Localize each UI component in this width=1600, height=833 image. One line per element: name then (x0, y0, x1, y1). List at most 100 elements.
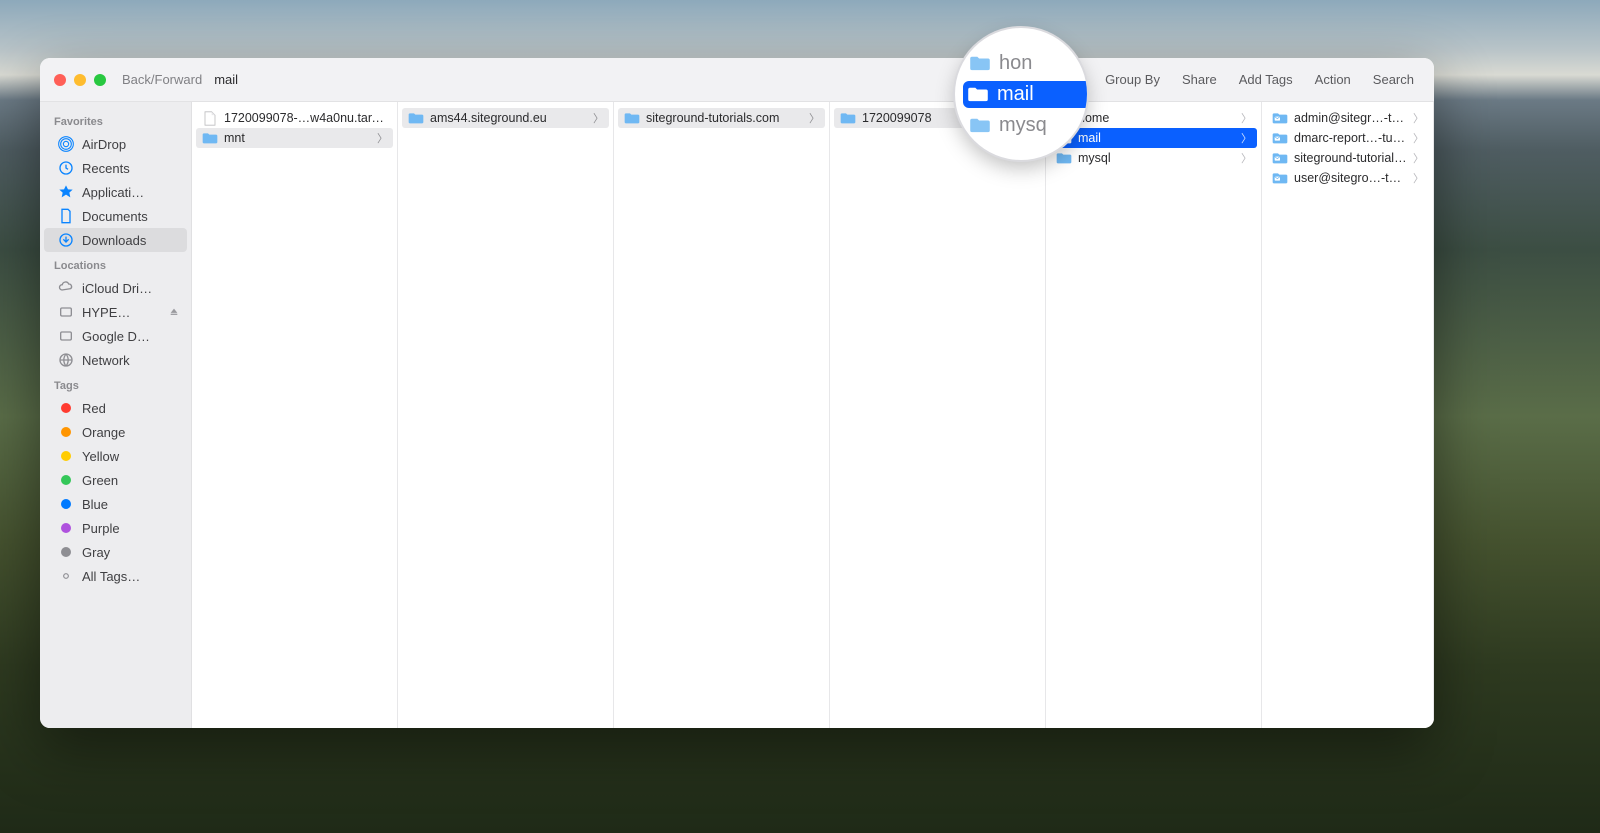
column-1: ams44.siteground.eu 〉 (398, 102, 614, 728)
sidebar-item-label: Google D… (82, 329, 179, 344)
folder-row[interactable]: mnt〉 (196, 128, 393, 148)
add-tags-button[interactable]: Add Tags (1233, 72, 1299, 87)
row-label: dmarc-report…-tutorials.com (1294, 131, 1407, 145)
sidebar-item-applicati[interactable]: Applicati… (44, 180, 187, 204)
magnifier-row: mysq (969, 114, 1087, 137)
chevron-right-icon: 〉 (593, 110, 603, 126)
sidebar-item-airdrop[interactable]: AirDrop (44, 132, 187, 156)
sidebar-item-label: Gray (82, 545, 179, 560)
folder-icon (202, 130, 218, 146)
sidebar-item-label: Applicati… (82, 185, 179, 200)
sidebar-item-network[interactable]: Network (44, 348, 187, 372)
eject-icon[interactable] (169, 307, 179, 317)
sidebar-item-label: Blue (82, 497, 179, 512)
minimize-icon[interactable] (74, 74, 86, 86)
desktop-background: Back/Forward mail View Group By Share Ad… (0, 0, 1600, 833)
sidebar-icon (58, 184, 74, 200)
sidebar-icon (58, 208, 74, 224)
magnifier-label: hon (999, 52, 1032, 75)
chevron-right-icon: 〉 (1413, 110, 1423, 126)
mailfolder-icon (1272, 170, 1288, 186)
mailfolder-row[interactable]: admin@sitegr…-tutorials.com 〉 (1266, 108, 1429, 128)
share-button[interactable]: Share (1176, 72, 1223, 87)
sidebar-item-recents[interactable]: Recents (44, 156, 187, 180)
zoom-icon[interactable] (94, 74, 106, 86)
sidebar-item-label: HYPE… (82, 305, 161, 320)
tag-dot-icon (58, 520, 74, 536)
folder-icon (1056, 150, 1072, 166)
tag-icon (58, 568, 74, 584)
sidebar-tag-orange[interactable]: Orange (44, 420, 187, 444)
folder-row[interactable]: mysql〉 (1050, 148, 1257, 168)
sidebar-icon (58, 136, 74, 152)
column-4: home〉mail〉mysql〉 (1046, 102, 1262, 728)
sidebar-item-downloads[interactable]: Downloads (44, 228, 187, 252)
sidebar-tag-red[interactable]: Red (44, 396, 187, 420)
sidebar-item-hype[interactable]: HYPE… (44, 300, 187, 324)
sidebar-item-all-tags[interactable]: All Tags… (44, 564, 187, 588)
file-icon (202, 110, 218, 126)
mailfolder-icon (1272, 110, 1288, 126)
sidebar-tag-green[interactable]: Green (44, 468, 187, 492)
folder-row[interactable]: siteground-tutorials.com〉 (618, 108, 825, 128)
column-0: 1720099078-…w4a0nu.tar.gzmnt〉 (192, 102, 398, 728)
folder-icon (969, 117, 991, 133)
magnifier-callout: hon mail mysq (955, 28, 1087, 160)
sidebar-item-documents[interactable]: Documents (44, 204, 187, 228)
row-label: ams44.siteground.eu (430, 111, 587, 125)
sidebar-icon (58, 232, 74, 248)
folder-icon (967, 86, 989, 102)
back-forward-button[interactable]: Back/Forward (122, 72, 202, 87)
sidebar-icon (58, 352, 74, 368)
chevron-right-icon: 〉 (1241, 130, 1251, 146)
sidebar-item-googled[interactable]: Google D… (44, 324, 187, 348)
row-label: siteground-tutorials.com (1294, 151, 1407, 165)
sidebar-item-label: Purple (82, 521, 179, 536)
finder-window: Back/Forward mail View Group By Share Ad… (40, 58, 1434, 728)
tag-dot-icon (58, 424, 74, 440)
row-label: siteground-tutorials.com (646, 111, 803, 125)
sidebar-icon (58, 160, 74, 176)
window-title: mail (214, 72, 238, 87)
sidebar-section-tags: Tags (40, 372, 191, 396)
search-button[interactable]: Search (1367, 72, 1420, 87)
mailfolder-row[interactable]: siteground-tutorials.com 〉 (1266, 148, 1429, 168)
column-2: siteground-tutorials.com〉 (614, 102, 830, 728)
sidebar-item-label: Orange (82, 425, 179, 440)
chevron-right-icon: 〉 (1413, 130, 1423, 146)
tag-dot-icon (58, 448, 74, 464)
sidebar-item-label: AirDrop (82, 137, 179, 152)
mailfolder-row[interactable]: user@sitegro…-tutorials.com〉 (1266, 168, 1429, 188)
action-button[interactable]: Action (1309, 72, 1357, 87)
titlebar: Back/Forward mail View Group By Share Ad… (40, 58, 1434, 102)
folder-row[interactable]: mail 〉 (1050, 128, 1257, 148)
magnifier-row: hon (969, 52, 1087, 75)
row-label: mail (1078, 131, 1235, 145)
sidebar-item-label: Red (82, 401, 179, 416)
mailfolder-row[interactable]: dmarc-report…-tutorials.com 〉 (1266, 128, 1429, 148)
sidebar-item-label: Recents (82, 161, 179, 176)
sidebar-tag-purple[interactable]: Purple (44, 516, 187, 540)
row-label: mnt (224, 131, 371, 145)
chevron-right-icon: 〉 (1413, 170, 1423, 186)
folder-row[interactable]: ams44.siteground.eu 〉 (402, 108, 609, 128)
column-view: 1720099078-…w4a0nu.tar.gzmnt〉ams44.siteg… (192, 102, 1434, 728)
sidebar-tag-yellow[interactable]: Yellow (44, 444, 187, 468)
sidebar-item-iclouddri[interactable]: iCloud Dri… (44, 276, 187, 300)
group-by-button[interactable]: Group By (1099, 72, 1166, 87)
row-label: admin@sitegr…-tutorials.com (1294, 111, 1407, 125)
folder-icon (969, 55, 991, 71)
sidebar-tag-gray[interactable]: Gray (44, 540, 187, 564)
sidebar-tag-blue[interactable]: Blue (44, 492, 187, 516)
sidebar-icon (58, 304, 74, 320)
folder-icon (624, 110, 640, 126)
sidebar-item-label: Network (82, 353, 179, 368)
mailfolder-icon (1272, 130, 1288, 146)
file-row[interactable]: 1720099078-…w4a0nu.tar.gz (196, 108, 393, 128)
folder-icon (840, 110, 856, 126)
sidebar-item-label: iCloud Dri… (82, 281, 179, 296)
magnifier-label: mysq (999, 114, 1047, 137)
chevron-right-icon: 〉 (1413, 150, 1423, 166)
close-icon[interactable] (54, 74, 66, 86)
column-5: admin@sitegr…-tutorials.com〉dmarc-report… (1262, 102, 1434, 728)
